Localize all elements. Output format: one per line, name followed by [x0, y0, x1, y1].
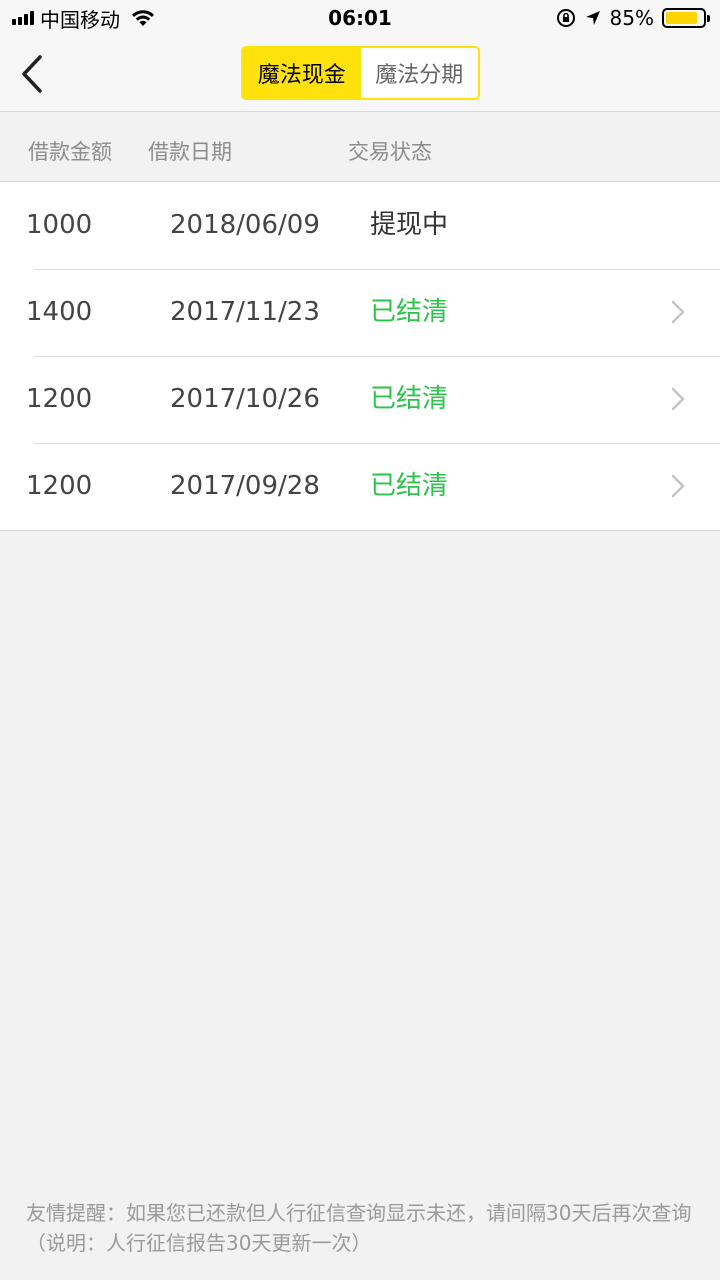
- chevron-right-icon: [671, 387, 685, 411]
- location-arrow-icon: [585, 11, 600, 25]
- chevron-left-icon: [22, 55, 42, 93]
- row-status: 已结清: [370, 297, 449, 327]
- table-row[interactable]: 1400 2017/11/23 已结清: [0, 269, 720, 356]
- row-amount: 1000: [26, 210, 93, 240]
- status-left: 中国移动: [12, 0, 156, 36]
- header-amount: 借款金额: [28, 140, 112, 164]
- row-amount: 1400: [26, 297, 93, 327]
- table-header: 借款金额 借款日期 交易状态: [0, 112, 720, 182]
- loan-list: 1000 2018/06/09 提现中 1400 2017/11/23 已结清 …: [0, 182, 720, 531]
- carrier-label: 中国移动: [40, 7, 120, 32]
- segment-control: 魔法现金 魔法分期: [241, 46, 480, 100]
- battery-icon: [662, 8, 710, 28]
- battery-fill: [666, 12, 697, 24]
- orientation-lock-icon: [556, 9, 575, 27]
- header-date: 借款日期: [148, 140, 232, 164]
- tab-magic-installment[interactable]: 魔法分期: [360, 48, 478, 98]
- row-date: 2017/11/23: [170, 297, 320, 327]
- signal-icon: [12, 11, 34, 25]
- status-right: 85%: [556, 0, 710, 36]
- table-row[interactable]: 1200 2017/10/26 已结清: [0, 356, 720, 443]
- row-date: 2017/09/28: [170, 471, 320, 501]
- table-row[interactable]: 1000 2018/06/09 提现中: [0, 182, 720, 269]
- row-status: 已结清: [370, 384, 449, 414]
- row-amount: 1200: [26, 471, 93, 501]
- chevron-right-icon: [671, 474, 685, 498]
- tab-magic-cash[interactable]: 魔法现金: [243, 48, 361, 98]
- back-button[interactable]: [12, 52, 52, 96]
- row-date: 2018/06/09: [170, 210, 320, 240]
- chevron-right-icon: [671, 300, 685, 324]
- header-status: 交易状态: [348, 140, 432, 164]
- row-amount: 1200: [26, 384, 93, 414]
- nav-bar: 魔法现金 魔法分期: [0, 36, 720, 112]
- row-date: 2017/10/26: [170, 384, 320, 414]
- table-row[interactable]: 1200 2017/09/28 已结清: [0, 443, 720, 530]
- row-status: 已结清: [370, 471, 449, 501]
- credit-report-note: 友情提醒：如果您已还款但人行征信查询显示未还，请间隔30天后再次查询（说明：人行…: [26, 1201, 692, 1255]
- wifi-icon: [132, 10, 154, 26]
- status-bar: 中国移动 06:01 85%: [0, 0, 720, 36]
- row-status: 提现中: [370, 210, 449, 240]
- battery-percent: 85%: [609, 6, 654, 30]
